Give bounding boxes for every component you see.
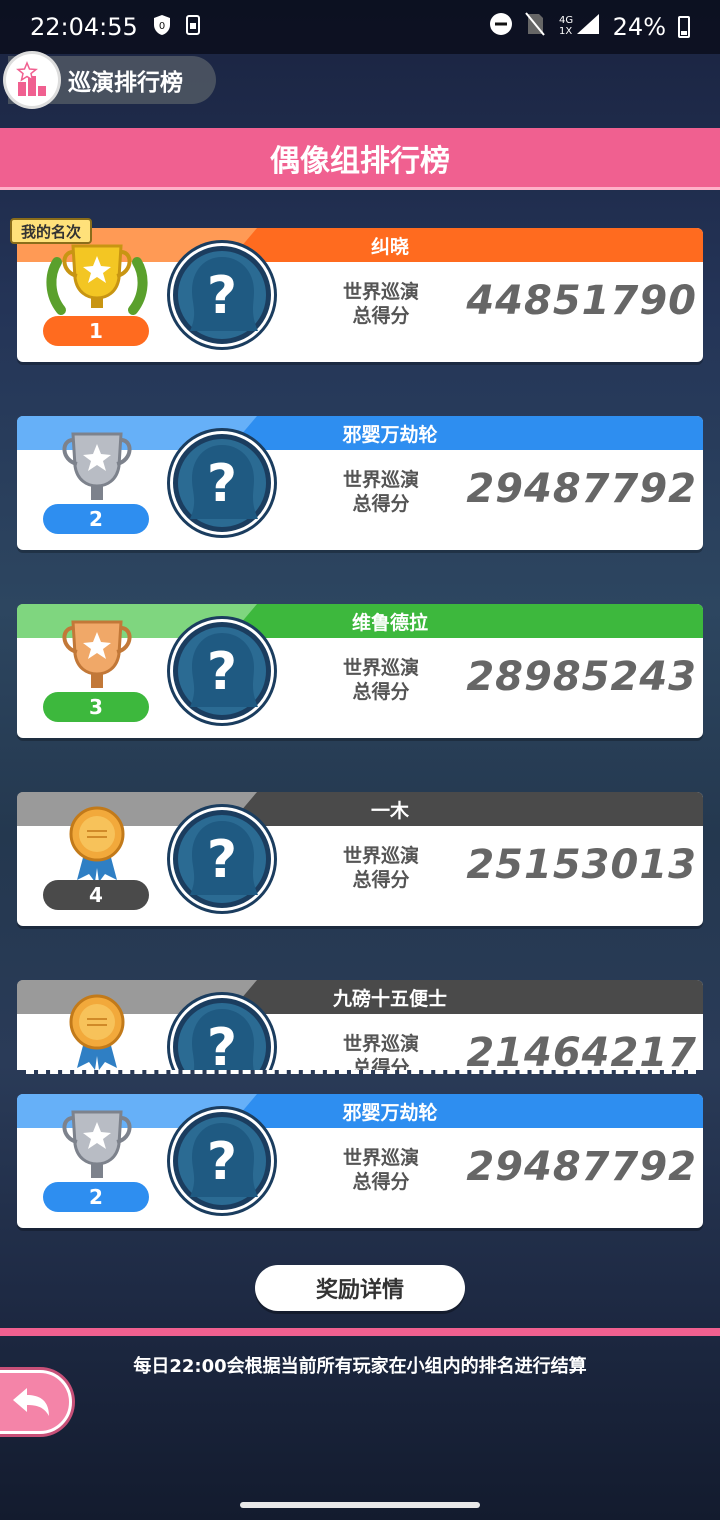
- unknown-avatar-icon[interactable]: ?: [173, 810, 271, 908]
- rank-badge: 1: [43, 316, 149, 346]
- score-label-line1: 世界巡演: [342, 1147, 419, 1169]
- battery-icon: [678, 16, 690, 38]
- group-name: 邪婴万劫轮: [342, 1101, 438, 1124]
- score-label-line1: 世界巡演: [342, 469, 419, 491]
- total-score: 25153013: [466, 842, 697, 888]
- settlement-note: 每日22:00会根据当前所有玩家在小组内的排名进行结算: [133, 1356, 587, 1377]
- group-name: 邪婴万劫轮: [342, 423, 438, 446]
- svg-text:?: ?: [207, 454, 237, 514]
- home-indicator[interactable]: [240, 1502, 480, 1508]
- total-score: 29487792: [466, 466, 697, 512]
- score-label: 世界巡演 总得分: [329, 656, 433, 704]
- score-label-line1: 世界巡演: [342, 657, 419, 679]
- total-score: 21464217: [466, 1030, 697, 1070]
- divider: [26, 1070, 696, 1074]
- score-label-line2: 总得分: [352, 869, 410, 891]
- ranking-entry[interactable]: 邪婴万劫轮 2? 世界巡演 总得分 29487792: [17, 416, 703, 550]
- svg-text:?: ?: [207, 830, 237, 890]
- status-time: 22:04:55: [30, 13, 138, 41]
- svg-text:?: ?: [207, 642, 237, 702]
- my-rank-tag: 我的名次: [10, 218, 92, 244]
- score-label: 世界巡演 总得分: [329, 280, 433, 328]
- score-label: 世界巡演 总得分: [329, 1032, 433, 1070]
- score-label: 世界巡演 总得分: [329, 1146, 433, 1194]
- svg-text:?: ?: [207, 1018, 237, 1070]
- back-button[interactable]: [0, 1370, 72, 1434]
- no-sim-icon: [524, 12, 545, 42]
- group-name: 纠晓: [370, 235, 409, 258]
- svg-text:4G: 4G: [559, 15, 573, 26]
- svg-text:?: ?: [207, 1132, 237, 1192]
- unknown-avatar-icon[interactable]: ?: [173, 246, 271, 344]
- silver-trophy-icon: [41, 428, 153, 508]
- sim-icon: [185, 14, 200, 40]
- score-label: 世界巡演 总得分: [329, 844, 433, 892]
- total-score: 44851790: [466, 278, 697, 324]
- score-label-line2: 总得分: [352, 305, 410, 327]
- score-label-line1: 世界巡演: [342, 281, 419, 303]
- rank-badge: 4: [43, 880, 149, 910]
- score-label-line2: 总得分: [352, 1171, 410, 1193]
- battery-percent: 24%: [612, 13, 666, 41]
- footer-bar: [0, 1328, 720, 1336]
- ranking-entry[interactable]: 纠晓 1? 世界巡演 总得分 44851790: [17, 228, 703, 362]
- ranking-entry[interactable]: 邪婴万劫轮 2? 世界巡演 总得分 29487792: [17, 1094, 703, 1228]
- unknown-avatar-icon[interactable]: ?: [173, 998, 271, 1070]
- score-label-line2: 总得分: [352, 493, 410, 515]
- score-label-line1: 世界巡演: [342, 1033, 419, 1055]
- reward-details-button[interactable]: 奖励详情: [255, 1265, 465, 1311]
- unknown-avatar-icon[interactable]: ?: [173, 622, 271, 720]
- do-not-disturb-icon: [489, 12, 513, 42]
- svg-text:?: ?: [207, 266, 237, 326]
- group-name: 一木: [370, 799, 409, 822]
- total-score: 29487792: [466, 1144, 697, 1190]
- status-bar: 22:04:55 0 4G 1X 24%: [0, 0, 720, 54]
- back-arrow-icon: [13, 1388, 49, 1416]
- total-score: 28985243: [466, 654, 697, 700]
- medal-icon: [41, 992, 153, 1070]
- score-label-line1: 世界巡演: [342, 845, 419, 867]
- rank-badge: 2: [43, 1182, 149, 1212]
- ranking-entry[interactable]: 维鲁德拉 3? 世界巡演 总得分 28985243: [17, 604, 703, 738]
- ranking-list[interactable]: 纠晓 1? 世界巡演 总得分 44851790 邪婴万劫轮 2? 世界巡演 总得分 2948779…: [0, 190, 720, 1070]
- score-label-line2: 总得分: [352, 1057, 410, 1070]
- unknown-avatar-icon[interactable]: ?: [173, 1112, 271, 1210]
- rank-badge: 3: [43, 692, 149, 722]
- tour-ranking-pill[interactable]: 巡演排行榜: [6, 54, 216, 106]
- svg-text:0: 0: [159, 21, 165, 32]
- svg-text:1X: 1X: [559, 26, 572, 36]
- ranking-entry[interactable]: 九磅十五便士? 世界巡演总得分 21464217: [17, 980, 703, 1070]
- group-name: 维鲁德拉: [351, 611, 428, 634]
- page-title: 偶像组排行榜: [0, 128, 720, 190]
- bronze-trophy-icon: [41, 616, 153, 696]
- medal-icon: [41, 804, 153, 884]
- shield-icon: 0: [152, 14, 172, 41]
- score-label-line2: 总得分: [352, 681, 410, 703]
- silver-trophy-icon: [41, 1106, 153, 1186]
- score-label: 世界巡演 总得分: [329, 468, 433, 516]
- group-name: 九磅十五便士: [332, 987, 447, 1010]
- tour-ranking-label: 巡演排行榜: [68, 70, 183, 96]
- gold-trophy-icon: [41, 240, 153, 320]
- signal-icon: 4G 1X: [557, 12, 601, 42]
- unknown-avatar-icon[interactable]: ?: [173, 434, 271, 532]
- ranking-star-icon: [6, 54, 58, 106]
- ranking-entry[interactable]: 一木 4? 世界巡演 总得分 25153013: [17, 792, 703, 926]
- rank-badge: 2: [43, 504, 149, 534]
